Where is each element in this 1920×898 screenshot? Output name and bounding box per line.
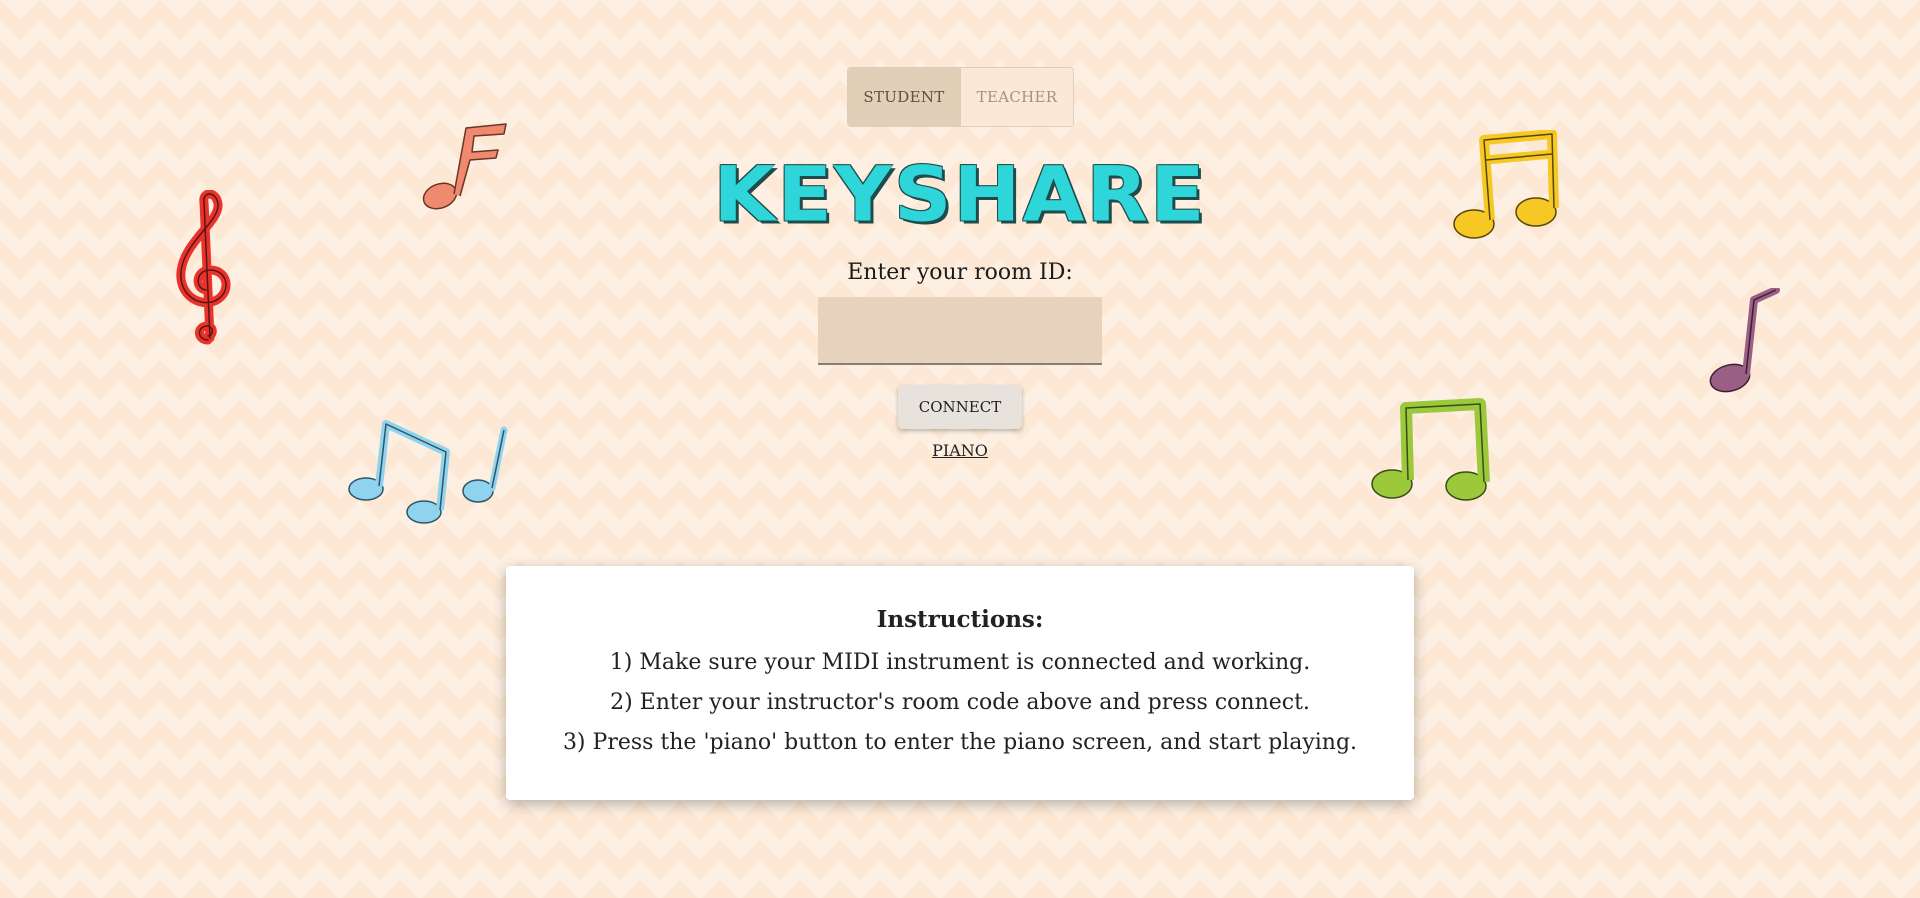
beamed-notes-icon [346,420,512,530]
instruction-step: 1) Make sure your MIDI instrument is con… [609,650,1311,675]
instructions-card: Instructions: 1) Make sure your MIDI ins… [506,566,1414,800]
piano-link-container: PIANO [0,441,1920,460]
keyshare-logo: KEYSHARE [713,150,1207,239]
instructions-title: Instructions: [876,606,1044,633]
instruction-step: 3) Press the 'piano' button to enter the… [562,730,1358,755]
teacher-tab[interactable]: TEACHER [960,68,1073,126]
mode-toggle: STUDENT TEACHER [847,67,1074,127]
instruction-step: 2) Enter your instructor's room code abo… [610,690,1310,715]
room-id-input[interactable] [818,297,1102,365]
student-tab[interactable]: STUDENT [848,68,960,126]
connect-button[interactable]: CONNECT [898,385,1022,429]
room-id-label: Enter your room ID: [847,260,1073,285]
piano-link[interactable]: PIANO [932,441,988,460]
quarter-note-icon [1708,288,1780,398]
